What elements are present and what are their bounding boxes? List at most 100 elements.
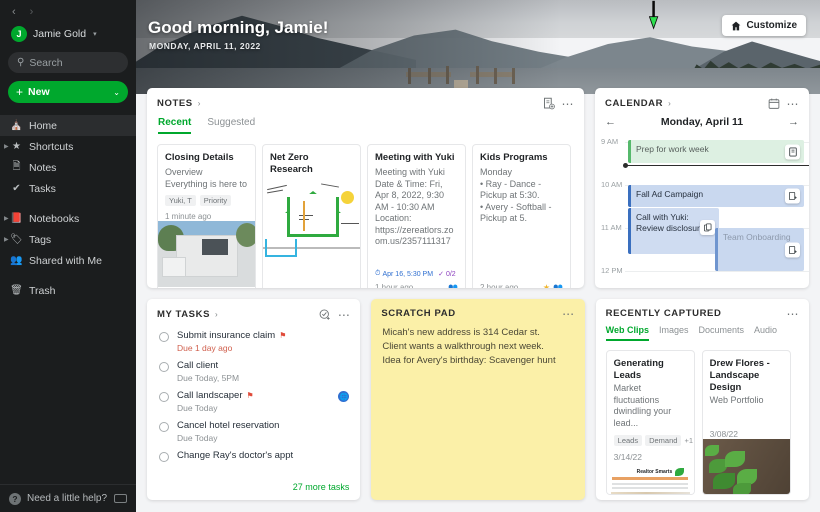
task-row[interactable]: Submit insurance claim ⚑ Due 1 day ago bbox=[147, 327, 360, 357]
sidebar: ‹ › J Jamie Gold ▾ ⚲ Search + New ⌄ ⛪ Ho… bbox=[0, 0, 136, 512]
globe-icon[interactable]: 🌐 bbox=[338, 391, 350, 402]
task-row[interactable]: Call landscaper ⚑ Due Today 🌐 bbox=[147, 387, 360, 417]
chevron-right-icon[interactable]: › bbox=[215, 310, 218, 319]
tag-chip[interactable]: Leads bbox=[613, 435, 643, 446]
nav-back-button[interactable]: ‹ bbox=[12, 7, 16, 18]
new-note-icon[interactable] bbox=[543, 97, 555, 110]
customize-label: Customize bbox=[746, 20, 797, 31]
task-due: Due Today, 5PM bbox=[177, 373, 240, 383]
calendar-next-day-button[interactable]: → bbox=[788, 116, 799, 128]
page-title: Good morning, Jamie! bbox=[148, 18, 329, 37]
ivy-leaf bbox=[712, 472, 735, 489]
task-checkbox[interactable] bbox=[159, 422, 169, 432]
tab-web-clips[interactable]: Web Clips bbox=[605, 325, 649, 341]
task-due: Due 1 day ago bbox=[177, 343, 233, 353]
calendar-event[interactable]: Fall Ad Campaign bbox=[628, 185, 804, 207]
avatar: J bbox=[11, 26, 27, 42]
chevron-right-icon[interactable]: › bbox=[668, 99, 671, 108]
ellipsis-icon[interactable]: ⋯ bbox=[562, 308, 575, 320]
task-checkbox[interactable] bbox=[159, 452, 169, 462]
tasks-panel: MY TASKS › ⋯ Submit insurance claim ⚑ Du… bbox=[147, 299, 361, 500]
sidebar-item-tasks[interactable]: ✔ Tasks bbox=[0, 178, 136, 199]
tab-documents[interactable]: Documents bbox=[699, 325, 745, 341]
keyboard-icon[interactable] bbox=[114, 494, 127, 503]
people-icon: 👥 bbox=[448, 283, 458, 288]
sidebar-item-notebooks[interactable]: ▶ 📕 Notebooks bbox=[0, 208, 136, 229]
task-checkbox[interactable] bbox=[159, 362, 169, 372]
task-checkbox[interactable] bbox=[159, 332, 169, 342]
hero-date: MONDAY, APRIL 11, 2022 bbox=[149, 41, 261, 51]
note-card-body-line: AM - 10:30 AM bbox=[375, 201, 435, 212]
nav-forward-button[interactable]: › bbox=[30, 7, 34, 18]
tag-chip[interactable]: Priority bbox=[199, 195, 232, 206]
task-row[interactable]: Call client Due Today, 5PM bbox=[147, 357, 360, 387]
ellipsis-icon[interactable]: ⋯ bbox=[786, 308, 799, 320]
copy-note-icon[interactable] bbox=[700, 220, 715, 235]
scratch-pad-body[interactable]: Micah's new address is 314 Cedar st. Cli… bbox=[371, 319, 584, 368]
recently-captured-tabs: Web Clips Images Documents Audio bbox=[596, 319, 809, 341]
sidebar-item-home[interactable]: ⛪ Home bbox=[0, 115, 136, 136]
calendar-event[interactable]: Team Onboarding bbox=[715, 228, 804, 271]
calendar-timeline[interactable]: 9 AM 10 AM 11 AM 12 PM Prep for work wee… bbox=[595, 132, 809, 280]
ellipsis-icon[interactable]: ⋯ bbox=[787, 98, 800, 110]
chevron-right-icon[interactable]: › bbox=[198, 99, 201, 108]
sidebar-item-shared-with-me[interactable]: 👥 Shared with Me bbox=[0, 250, 136, 271]
sidebar-item-notes[interactable]: 🗎 Notes bbox=[0, 157, 136, 178]
task-add-icon[interactable] bbox=[319, 308, 331, 321]
chevron-right-icon: ▶ bbox=[4, 144, 9, 150]
task-row[interactable]: Cancel hotel reservation Due Today bbox=[147, 417, 360, 447]
sidebar-item-trash[interactable]: 🗑 Trash bbox=[0, 280, 136, 301]
note-card[interactable]: Net Zero Research 3 minutes ago bbox=[262, 144, 361, 288]
new-note-glyph bbox=[788, 192, 797, 201]
calendar-event[interactable]: Call with Yuki: Review disclosures bbox=[628, 208, 719, 254]
scratch-pad-panel[interactable]: SCRATCH PAD ⋯ Micah's new address is 314… bbox=[371, 299, 585, 500]
calendar-prev-day-button[interactable]: ← bbox=[605, 116, 616, 128]
sidebar-item-tags[interactable]: ▶ 🏷 Tags bbox=[0, 229, 136, 250]
tag-chip[interactable]: Demand bbox=[645, 435, 682, 446]
task-content: Cancel hotel reservation Due Today bbox=[177, 420, 279, 444]
calendar-add-icon[interactable] bbox=[768, 97, 780, 110]
tag-chip[interactable]: Yuki, T bbox=[165, 195, 196, 206]
note-card-title: Net Zero Research bbox=[270, 152, 313, 175]
trash-icon: 🗑 bbox=[10, 285, 23, 296]
task-title: Cancel hotel reservation bbox=[177, 420, 280, 431]
search-input[interactable]: ⚲ Search bbox=[8, 52, 128, 73]
task-row[interactable]: Change Ray's doctor's appt bbox=[147, 447, 360, 465]
tab-audio[interactable]: Audio bbox=[754, 325, 777, 341]
calendar-panel-title: CALENDAR bbox=[605, 98, 664, 109]
clip-card[interactable]: Drew Flores - Landscape Design Web Portf… bbox=[701, 350, 791, 495]
note-icon[interactable] bbox=[785, 144, 800, 159]
account-switcher[interactable]: J Jamie Gold ▾ bbox=[0, 20, 136, 50]
note-card[interactable]: Meeting with Yuki Meeting with Yuki Date… bbox=[367, 144, 466, 288]
home-filled-icon bbox=[732, 21, 741, 30]
thumb-text-line bbox=[611, 483, 688, 485]
note-card-footer-icons: 👥 bbox=[448, 283, 458, 288]
recently-captured-actions: ⋯ bbox=[786, 308, 799, 320]
clip-card-body: Drew Flores - Landscape Design Web Portf… bbox=[703, 351, 790, 439]
sidebar-item-shortcuts[interactable]: ▶ ★ Shortcuts bbox=[0, 136, 136, 157]
customize-button[interactable]: Customize bbox=[722, 15, 806, 36]
help-button[interactable]: ? Need a little help? bbox=[0, 484, 136, 512]
calendar-event[interactable]: Prep for work week bbox=[628, 140, 804, 163]
new-button[interactable]: + New ⌄ bbox=[8, 81, 128, 103]
tab-recent[interactable]: Recent bbox=[158, 117, 192, 134]
question-circle-icon: ? bbox=[9, 492, 21, 505]
note-card[interactable]: Closing Details Overview Everything is h… bbox=[157, 144, 256, 288]
reminder-badge[interactable]: ⏱ Apr 16, 5:30 PM bbox=[375, 270, 433, 278]
new-note-icon[interactable] bbox=[785, 188, 800, 204]
notes-panel-header: NOTES › ⋯ bbox=[147, 88, 584, 110]
tab-images[interactable]: Images bbox=[659, 325, 689, 341]
notes-tabs: Recent Suggested bbox=[147, 110, 584, 134]
ellipsis-icon[interactable]: ⋯ bbox=[338, 309, 351, 321]
ellipsis-icon[interactable]: ⋯ bbox=[562, 98, 575, 110]
evernote-home-app: ‹ › J Jamie Gold ▾ ⚲ Search + New ⌄ ⛪ Ho… bbox=[0, 0, 820, 512]
new-note-icon[interactable] bbox=[785, 242, 800, 257]
task-count-badge[interactable]: ✓ 0/2 bbox=[438, 270, 456, 279]
note-card[interactable]: Kids Programs Monday • Ray - Dance - Pic… bbox=[472, 144, 571, 288]
clip-card[interactable]: Generating Leads Market fluctuations dwi… bbox=[605, 350, 695, 495]
tab-suggested[interactable]: Suggested bbox=[207, 117, 255, 134]
task-content: Call landscaper ⚑ Due Today bbox=[177, 390, 254, 414]
task-title: Change Ray's doctor's appt bbox=[177, 450, 294, 461]
more-tasks-link[interactable]: 27 more tasks bbox=[293, 482, 350, 492]
task-checkbox[interactable] bbox=[159, 392, 169, 402]
